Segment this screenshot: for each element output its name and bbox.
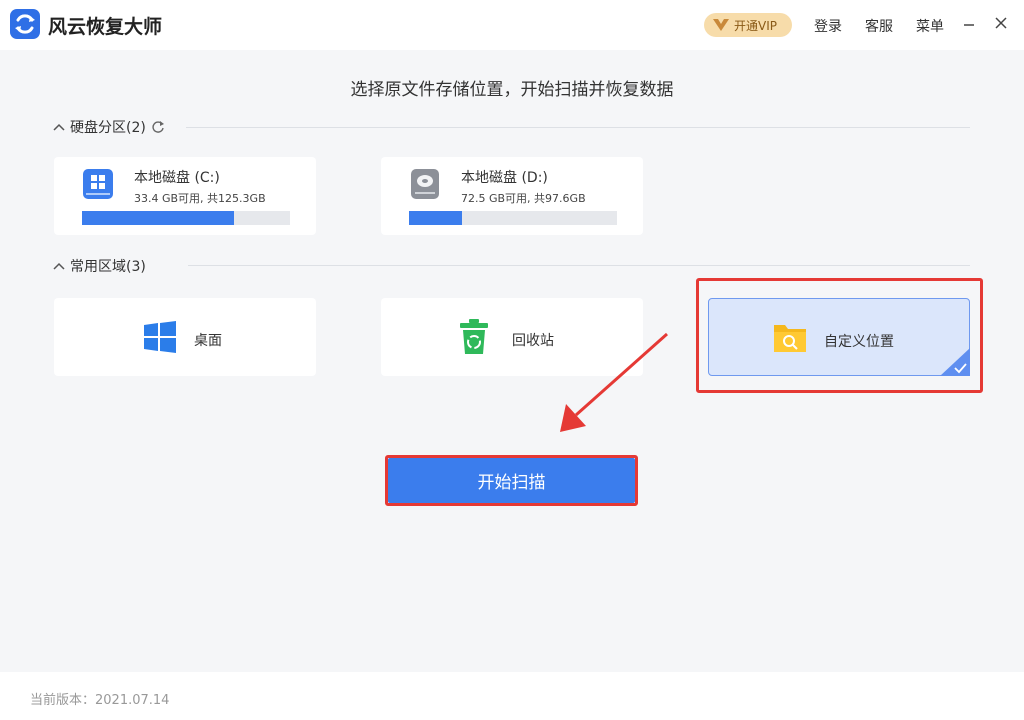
start-scan-button[interactable]: 开始扫描: [388, 458, 635, 503]
area-label: 回收站: [512, 333, 554, 349]
close-button[interactable]: [990, 12, 1012, 34]
section-divider: [186, 127, 970, 128]
footer: 当前版本：2021.07.14: [0, 672, 1024, 720]
vip-button[interactable]: 开通VIP: [704, 13, 792, 37]
menu-link[interactable]: 菜单: [916, 16, 944, 36]
disk-card-d[interactable]: 本地磁盘 (D:) 72.5 GB可用, 共97.6GB: [381, 157, 643, 235]
disk-info: 33.4 GB可用, 共125.3GB: [134, 192, 266, 205]
disk-name: 本地磁盘 (C:): [134, 170, 220, 186]
hard-drive-icon: [411, 169, 439, 199]
service-link[interactable]: 客服: [865, 16, 893, 36]
windows-logo-icon: [144, 321, 176, 353]
disk-info: 72.5 GB可用, 共97.6GB: [461, 192, 586, 205]
area-card-desktop[interactable]: 桌面: [54, 298, 316, 376]
app-logo-icon: [10, 9, 40, 39]
areas-section-title: 常用区域(3): [70, 259, 146, 275]
chevron-up-icon: [53, 123, 65, 131]
section-divider: [188, 265, 970, 266]
login-link[interactable]: 登录: [814, 16, 842, 36]
disk-section-header[interactable]: 硬盘分区(2): [52, 117, 166, 137]
area-label: 桌面: [194, 333, 222, 349]
version-text: 当前版本：2021.07.14: [30, 693, 170, 708]
recycle-bin-icon: [460, 319, 488, 354]
red-arrow-icon: [560, 332, 668, 432]
disk-card-c[interactable]: 本地磁盘 (C:) 33.4 GB可用, 共125.3GB: [54, 157, 316, 235]
areas-section-header[interactable]: 常用区域(3): [52, 256, 146, 276]
chevron-up-icon: [53, 262, 65, 270]
disk-usage-fill: [409, 211, 463, 225]
disk-name: 本地磁盘 (D:): [461, 170, 548, 186]
vip-label: 开通VIP: [734, 19, 777, 33]
custom-location-highlight: [696, 278, 983, 393]
refresh-icon[interactable]: [150, 119, 166, 135]
minimize-button[interactable]: [958, 12, 980, 34]
page-heading: 选择原文件存储位置，开始扫描并恢复数据: [350, 80, 674, 100]
close-icon: [995, 17, 1007, 29]
windows-drive-icon: [83, 169, 113, 199]
disk-usage-fill: [82, 211, 235, 225]
app-title: 风云恢复大师: [48, 16, 163, 38]
vip-v-icon: [713, 19, 729, 31]
disk-usage-bar: [82, 211, 290, 225]
disk-usage-bar: [409, 211, 617, 225]
minimize-icon: [964, 24, 974, 26]
title-bar: 风云恢复大师 开通VIP 登录 客服 菜单: [0, 0, 1024, 50]
disk-section-title: 硬盘分区(2): [70, 120, 146, 136]
